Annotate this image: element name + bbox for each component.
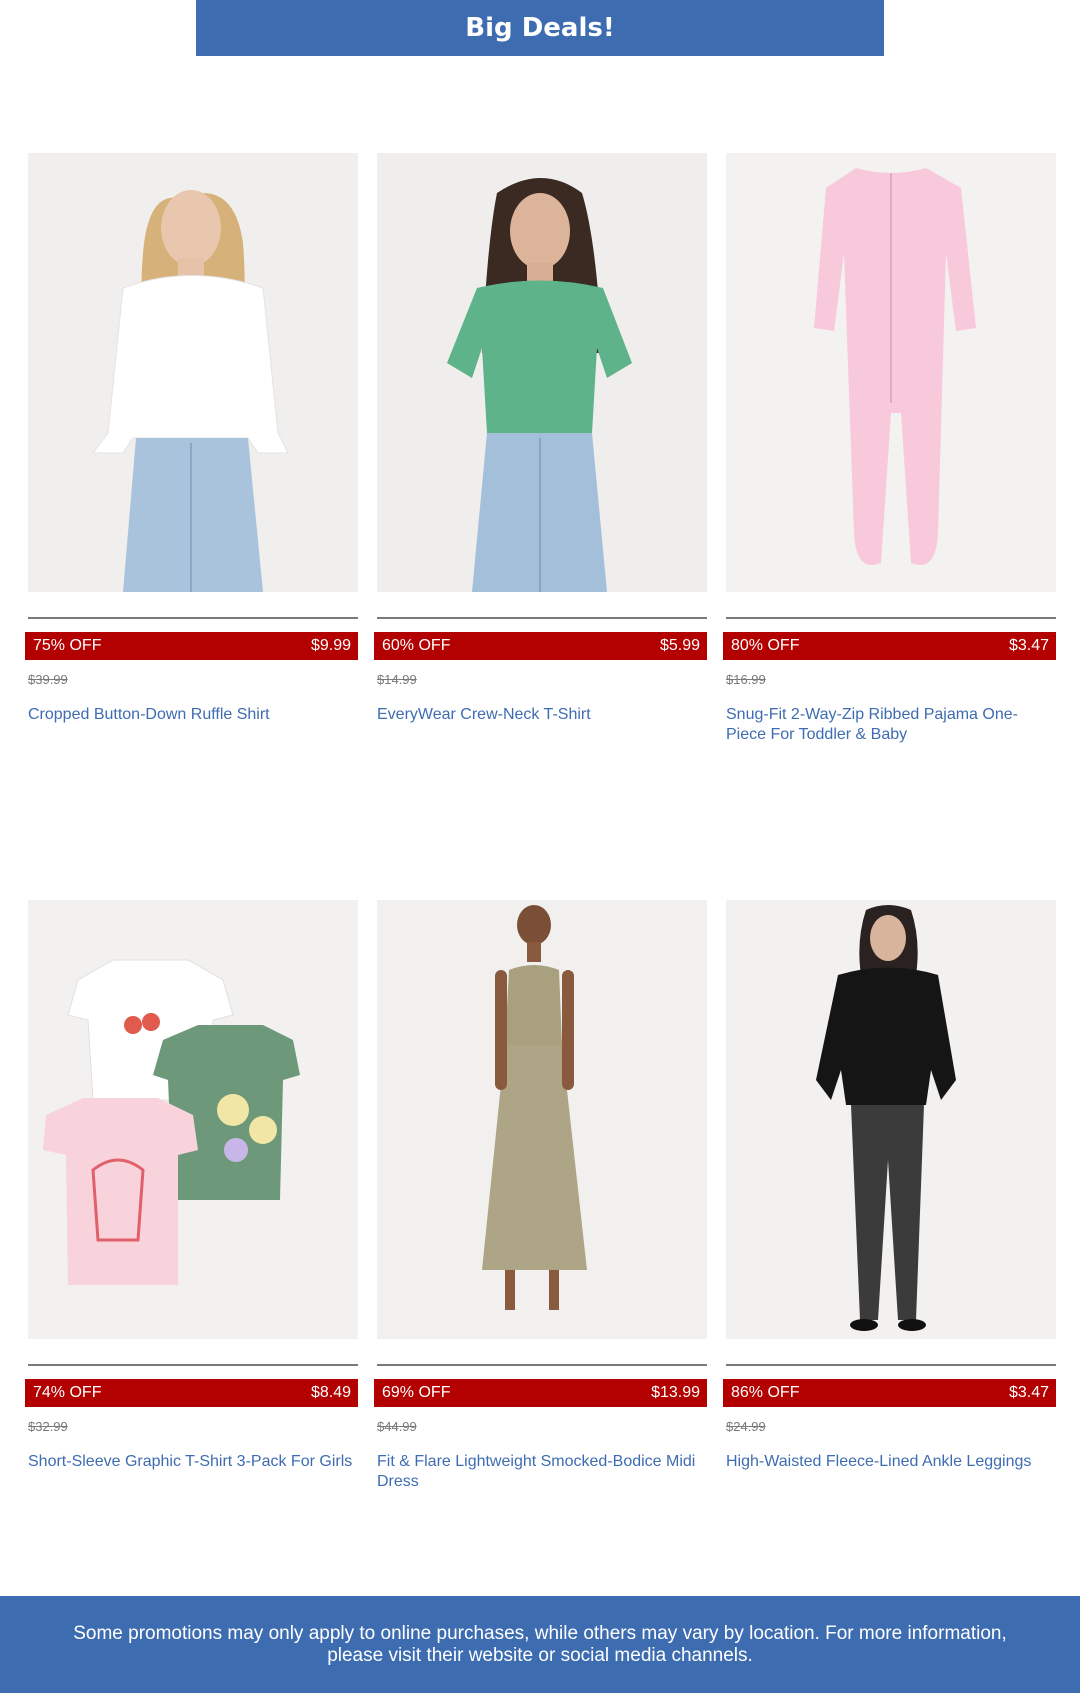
- product-name-link[interactable]: Short-Sleeve Graphic T-Shirt 3-Pack For …: [28, 1452, 358, 1472]
- sale-price: $3.47: [1008, 1384, 1049, 1401]
- deal-bar: 86% OFF $3.47: [723, 1379, 1056, 1407]
- product-image[interactable]: [28, 153, 358, 592]
- original-price: $14.99: [377, 672, 417, 687]
- sale-price: $13.99: [651, 1384, 700, 1401]
- sale-price: $9.99: [310, 637, 351, 654]
- product-name-link[interactable]: Snug-Fit 2-Way-Zip Ribbed Pajama One-Pie…: [726, 705, 1056, 745]
- original-price: $39.99: [28, 672, 68, 687]
- deal-bar: 75% OFF $9.99: [25, 632, 358, 660]
- deal-bar: 60% OFF $5.99: [374, 632, 707, 660]
- product-name-link[interactable]: Fit & Flare Lightweight Smocked-Bodice M…: [377, 1452, 707, 1492]
- original-price: $16.99: [726, 672, 766, 687]
- deal-bar: 69% OFF $13.99: [374, 1379, 707, 1407]
- product-name-link[interactable]: Cropped Button-Down Ruffle Shirt: [28, 705, 358, 725]
- disclaimer-text: Some promotions may only apply to online…: [73, 1622, 1007, 1666]
- original-price: $44.99: [377, 1419, 417, 1434]
- deal-bar: 74% OFF $8.49: [25, 1379, 358, 1407]
- product-name-link[interactable]: EveryWear Crew-Neck T-Shirt: [377, 705, 707, 725]
- promo-disclaimer-footer: Some promotions may only apply to online…: [0, 1596, 1080, 1693]
- big-deals-banner: Big Deals!: [196, 0, 884, 56]
- discount-label: 74% OFF: [33, 1384, 102, 1401]
- divider: [28, 617, 358, 619]
- divider: [726, 1364, 1056, 1366]
- original-price: $32.99: [28, 1419, 68, 1434]
- product-name-link[interactable]: High-Waisted Fleece-Lined Ankle Leggings: [726, 1452, 1056, 1472]
- product-image[interactable]: [28, 900, 358, 1339]
- discount-label: 80% OFF: [731, 637, 800, 654]
- discount-label: 75% OFF: [33, 637, 102, 654]
- divider: [377, 617, 707, 619]
- divider: [377, 1364, 707, 1366]
- divider: [726, 617, 1056, 619]
- deal-bar: 80% OFF $3.47: [723, 632, 1056, 660]
- sale-price: $3.47: [1008, 637, 1049, 654]
- divider: [28, 1364, 358, 1366]
- product-image[interactable]: [726, 900, 1056, 1339]
- sale-price: $5.99: [659, 637, 700, 654]
- product-image[interactable]: [377, 153, 707, 592]
- discount-label: 60% OFF: [382, 637, 451, 654]
- banner-title: Big Deals!: [465, 13, 615, 43]
- discount-label: 86% OFF: [731, 1384, 800, 1401]
- original-price: $24.99: [726, 1419, 766, 1434]
- product-image[interactable]: [377, 900, 707, 1339]
- discount-label: 69% OFF: [382, 1384, 451, 1401]
- product-image[interactable]: [726, 153, 1056, 592]
- sale-price: $8.49: [310, 1384, 351, 1401]
